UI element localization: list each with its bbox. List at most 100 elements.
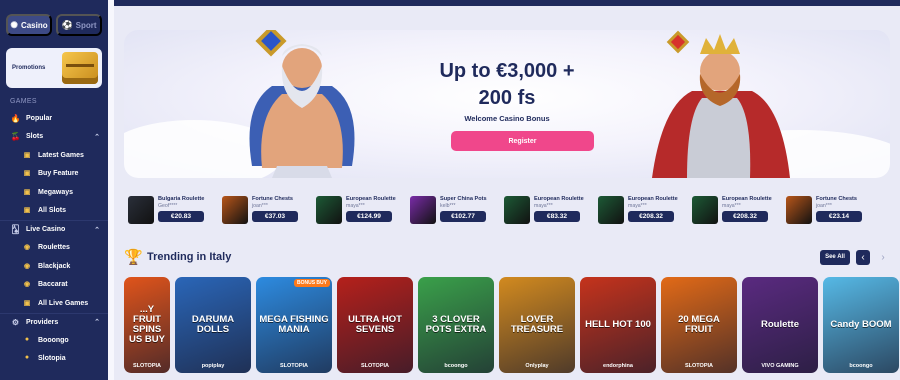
recent-win-item[interactable]: Fortune Chests joan*** €23.14 [786,196,880,232]
win-amount: €23.14 [816,211,862,222]
win-user: joan*** [816,203,832,209]
hero-title-line-2: 200 fs [478,87,536,109]
sidebar-item-slots[interactable]: 🍒 Slots ⌃ [0,128,108,147]
cherry-icon: 🍒 [10,132,21,142]
trending-games-row: ...Y FRUIT SPINS US BUY SLOTOPIA DARUMA DO… [124,277,899,380]
game-provider: bcoongo [444,363,468,369]
game-thumbnail[interactable] [410,196,436,224]
fire-icon: 🔥 [10,113,21,123]
chevron-left-icon[interactable]: ‹ [856,249,870,265]
win-info: Fortune Chests joan*** €37.03 [252,196,298,232]
sidebar-item-label: Providers [26,318,59,326]
sidebar-item-blackjack[interactable]: ◉ Blackjack [0,257,108,276]
game-card[interactable]: 20 MEGA FRUIT SLOTOPIA [661,277,737,373]
game-thumbnail[interactable] [786,196,812,224]
baccarat-icon: ◉ [23,281,31,289]
win-info: European Roulette maya*** €208.32 [628,196,678,232]
recent-win-item[interactable]: Bulgaria Roulette Geof**** €20.83 [128,196,222,232]
sidebar-item-label: All Live Games [38,299,89,307]
sidebar-item-all-live-games[interactable]: ▣ All Live Games [0,294,108,313]
game-thumbnail[interactable] [598,196,624,224]
sidebar-item-latest-games[interactable]: ▣ Latest Games [0,146,108,165]
game-provider: bcoongo [849,363,873,369]
sidebar-item-booongo[interactable]: ● Booongo [0,331,108,350]
sidebar-item-label: Slots [26,133,44,141]
megaways-icon: ▣ [23,188,31,196]
game-card[interactable]: ...Y FRUIT SPINS US BUY SLOTOPIA [124,277,170,373]
section-title: Trending in Italy [147,251,232,263]
recent-win-item[interactable]: European Roulette maya*** €124.99 [316,196,410,232]
game-title: Candy BOOM [830,319,892,330]
sidebar-item-label: Baccarat [38,281,68,289]
sidebar-item-roulettes[interactable]: ◉ Roulettes [0,239,108,258]
game-card[interactable]: 3 CLOVER POTS EXTRA bcoongo [418,277,494,373]
game-thumbnail[interactable] [128,196,154,224]
sidebar-nav: 🔥 Popular 🍒 Slots ⌃ ▣ Latest Games ▣ Buy… [0,109,108,368]
game-title: ...Y FRUIT SPINS US BUY [129,304,165,345]
chevron-up-icon[interactable]: ⌃ [94,226,100,234]
win-amount: €37.03 [252,211,298,222]
recent-win-item[interactable]: European Roulette maya*** €208.32 [692,196,786,232]
win-user: kelb*** [440,203,456,209]
latest-games-icon: ▣ [23,151,31,159]
game-card[interactable]: LOVER TREASURE Onlyplay [499,277,575,373]
game-thumbnail[interactable] [222,196,248,224]
game-title: MEGA FISHING MANIA [259,314,329,335]
sidebar-item-megaways[interactable]: ▣ Megaways [0,183,108,202]
win-game-name: European Roulette [534,196,584,202]
sidebar-item-buy-feature[interactable]: ▣ Buy Feature [0,165,108,184]
game-card[interactable]: Roulette VIVO GAMING [742,277,818,373]
game-title: LOVER TREASURE [510,314,564,335]
game-thumbnail[interactable] [504,196,530,224]
sidebar-item-live-casino[interactable]: 🂡 Live Casino ⌃ [0,220,108,239]
win-game-name: Super China Pots [440,196,487,202]
win-amount: €102.77 [440,211,486,222]
tab-casino[interactable]: ✺ Casino [6,14,52,36]
sidebar-item-popular[interactable]: 🔥 Popular [0,109,108,128]
recent-win-item[interactable]: European Roulette maya*** €208.32 [598,196,692,232]
tab-casino-label: Casino [20,20,48,30]
sidebar-item-label: Latest Games [38,151,84,159]
game-card[interactable]: ULTRA HOT SEVENS SLOTOPIA [337,277,413,373]
win-info: European Roulette maya*** €83.32 [534,196,584,232]
game-title: 20 MEGA FRUIT [678,314,720,335]
promotions-label: Promotions [12,65,46,71]
games-section-label: GAMES [10,98,37,105]
chevron-up-icon[interactable]: ⌃ [94,318,100,326]
trending-header: 🏆 Trending in Italy See All ‹ › [124,248,890,266]
game-provider: popiplay [201,363,225,369]
promotions-card[interactable]: Promotions [6,48,102,88]
all-live-games-icon: ▣ [23,299,31,307]
see-all-button[interactable]: See All [820,249,850,265]
sidebar-item-providers[interactable]: ⚙ Providers ⌃ [0,312,108,332]
game-provider: SLOTOPIA [360,363,389,369]
win-game-name: European Roulette [346,196,396,202]
sidebar-item-all-slots[interactable]: ▣ All Slots [0,202,108,221]
register-button[interactable]: Register [451,131,594,151]
hero-banner[interactable]: Up to €3,000 + 200 fs Welcome Casino Bon… [124,30,890,178]
win-amount: €20.83 [158,211,204,222]
game-thumbnail[interactable] [316,196,342,224]
sidebar-item-label: Roulettes [38,244,70,252]
game-provider: SLOTOPIA [132,363,161,369]
game-card[interactable]: DARUMA DOLLS popiplay [175,277,251,373]
sidebar-item-label: Slotopia [38,355,66,363]
win-info: Super China Pots kelb*** €102.77 [440,196,487,232]
sidebar-item-label: Blackjack [38,262,71,270]
chevron-right-icon[interactable]: › [876,250,890,265]
tab-sport[interactable]: ⚽ Sport [56,14,102,36]
recent-wins-strip: Bulgaria Roulette Geof**** €20.83 Fortune C… [128,196,898,232]
tab-sport-label: Sport [75,20,97,30]
game-thumbnail[interactable] [692,196,718,224]
recent-win-item[interactable]: Fortune Chests joan*** €37.03 [222,196,316,232]
sidebar-item-slotopia[interactable]: ● Slotopia [0,350,108,369]
sidebar-item-baccarat[interactable]: ◉ Baccarat [0,276,108,295]
game-card[interactable]: HELL HOT 100 endorphina [580,277,656,373]
game-card[interactable]: BONUS BUY MEGA FISHING MANIA SLOTOPIA [256,277,332,373]
win-info: Fortune Chests joan*** €23.14 [816,196,862,232]
game-card[interactable]: Candy BOOM bcoongo [823,277,899,373]
recent-win-item[interactable]: European Roulette maya*** €83.32 [504,196,598,232]
top-bar [108,0,900,6]
recent-win-item[interactable]: Super China Pots kelb*** €102.77 [410,196,504,232]
chevron-up-icon[interactable]: ⌃ [94,133,100,141]
